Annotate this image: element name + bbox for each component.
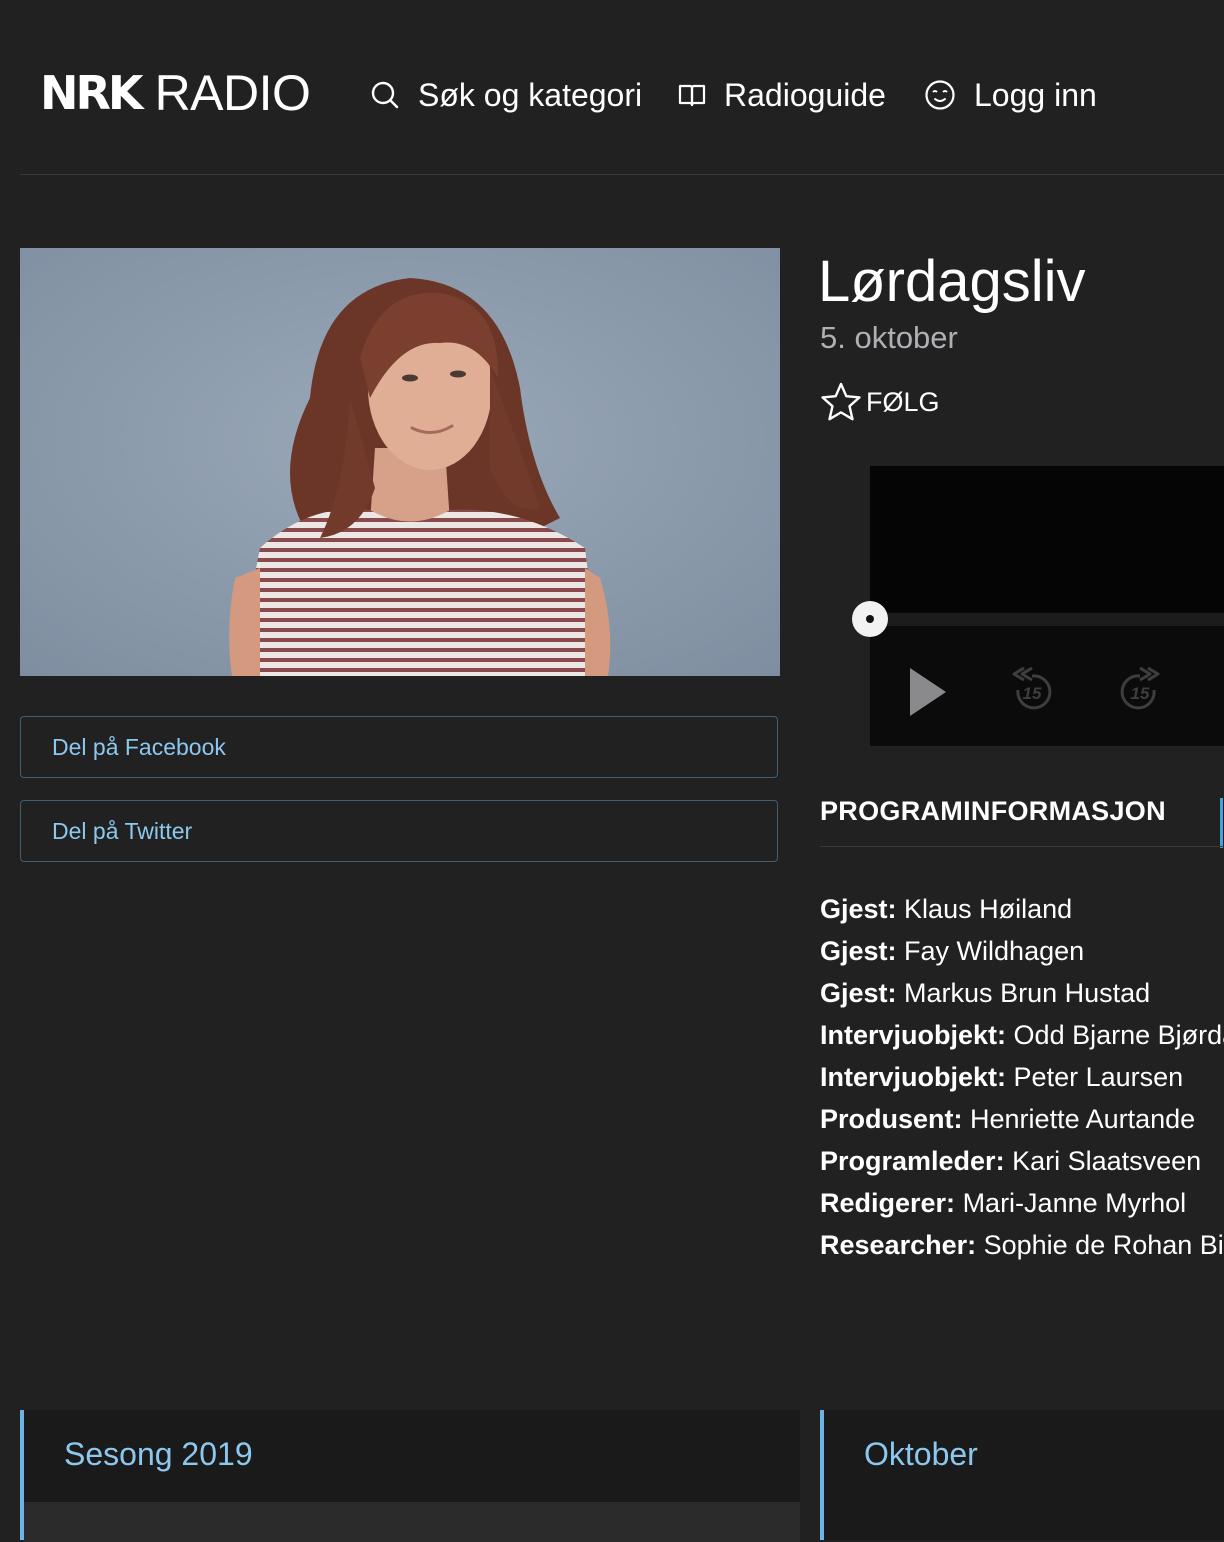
credit-role: Redigerer: (820, 1188, 956, 1218)
credit-name: Klaus Høiland (904, 894, 1073, 924)
nav-radioguide[interactable]: Radioguide (678, 72, 886, 118)
credit-row: Intervjuobjekt: Odd Bjarne Bjørdal (820, 1014, 1224, 1056)
rewind-seconds: 15 (1022, 684, 1042, 703)
episode-image (20, 248, 780, 676)
tab-next-indicator[interactable] (1220, 798, 1223, 848)
credit-row: Gjest: Klaus Høiland (820, 888, 1224, 930)
credit-name: Markus Brun Hustad (904, 978, 1151, 1008)
credit-role: Gjest: (820, 894, 897, 924)
nav-login-label: Logg inn (974, 76, 1097, 113)
user-face-icon (925, 80, 955, 110)
credit-role: Intervjuobjekt: (820, 1020, 1007, 1050)
credit-role: Gjest: (820, 978, 897, 1008)
progress-scrubber[interactable] (852, 601, 888, 637)
credit-name: Peter Laursen (1013, 1062, 1184, 1092)
credit-row: Gjest: Markus Brun Hustad (820, 972, 1224, 1014)
credit-row: Gjest: Fay Wildhagen (820, 930, 1224, 972)
credit-name: Fay Wildhagen (904, 936, 1085, 966)
tab-programinformasjon[interactable]: PROGRAMINFORMASJON (820, 796, 1166, 827)
credit-role: Gjest: (820, 936, 897, 966)
credit-name: Mari-Janne Myrhol (962, 1188, 1187, 1218)
header-divider (20, 174, 1224, 175)
credit-role: Intervjuobjekt: (820, 1062, 1007, 1092)
player-artwork-area (870, 466, 1224, 612)
credit-name: Odd Bjarne Bjørdal (1013, 1020, 1224, 1050)
credit-role: Researcher: (820, 1230, 977, 1260)
credit-name: Sophie de Rohan Bir (983, 1230, 1224, 1260)
share-twitter-button[interactable]: Del på Twitter (20, 800, 778, 862)
star-icon (821, 382, 861, 421)
search-icon (371, 81, 399, 109)
credit-row: Intervjuobjekt: Peter Laursen (820, 1056, 1224, 1098)
credit-row: Produsent: Henriette Aurtande (820, 1098, 1224, 1140)
info-divider (820, 846, 1224, 847)
credit-name: Henriette Aurtande (970, 1104, 1196, 1134)
follow-button[interactable]: FØLG (820, 380, 940, 424)
month-label: Oktober (864, 1436, 978, 1472)
credit-name: Kari Slaatsveen (1012, 1146, 1202, 1176)
logo-mark: NRK (40, 66, 144, 120)
season-list-row[interactable] (24, 1502, 800, 1542)
season-selector[interactable]: Sesong 2019 (20, 1410, 800, 1542)
presenter-photo (20, 248, 780, 676)
nav-search-category[interactable]: Søk og kategori (370, 72, 642, 118)
play-icon[interactable] (906, 666, 950, 718)
episode-date: 5. oktober (820, 320, 958, 355)
credit-row: Redigerer: Mari-Janne Myrhol (820, 1182, 1224, 1224)
nav-login[interactable]: Logg inn (924, 72, 1097, 118)
progress-track[interactable] (870, 613, 1224, 626)
credits-list: Gjest: Klaus Høiland Gjest: Fay Wildhage… (820, 888, 1224, 1266)
book-icon (678, 84, 706, 107)
nav-search-label: Søk og kategori (418, 76, 643, 113)
share-facebook-button[interactable]: Del på Facebook (20, 716, 778, 778)
nrk-radio-logo[interactable]: NRK RADIO (40, 65, 311, 121)
credit-role: Produsent: (820, 1104, 963, 1134)
episode-title: Lørdagsliv (818, 249, 1086, 314)
season-label: Sesong 2019 (64, 1436, 253, 1472)
nav-radioguide-label: Radioguide (724, 76, 886, 113)
credit-row: Programleder: Kari Slaatsveen (820, 1140, 1224, 1182)
credit-role: Programleder: (820, 1146, 1005, 1176)
logo-text: RADIO (154, 65, 311, 121)
forward-15-button[interactable]: 15 (1112, 662, 1168, 722)
rewind-15-button[interactable]: 15 (1004, 662, 1060, 722)
month-selector[interactable]: Oktober (820, 1410, 1224, 1540)
credit-row: Researcher: Sophie de Rohan Bir (820, 1224, 1224, 1266)
forward-seconds: 15 (1130, 684, 1150, 703)
follow-label: FØLG (866, 386, 940, 417)
